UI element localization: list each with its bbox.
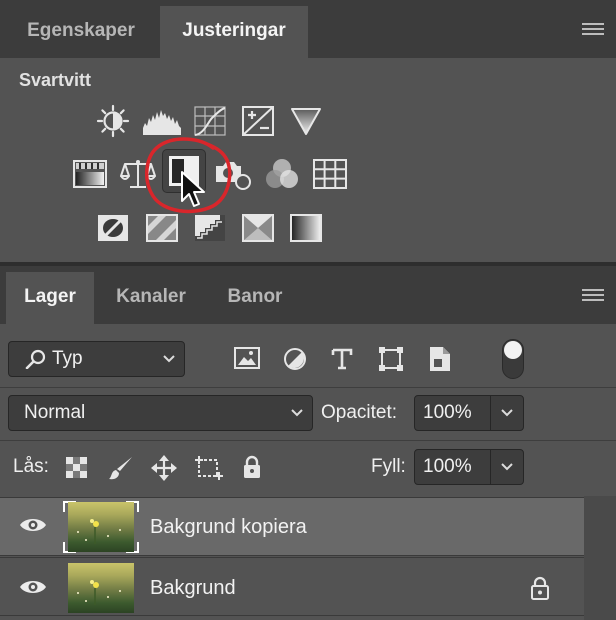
chevron-down-icon (163, 355, 175, 363)
separator (0, 387, 616, 388)
chevron-down-icon (291, 409, 303, 417)
filter-toggle-switch[interactable] (502, 339, 524, 379)
layer-thumbnail (68, 563, 134, 613)
layer-thumbnail (68, 502, 134, 552)
smart-object-filter-icon[interactable] (429, 346, 451, 372)
blend-mode-label: Normal (24, 402, 86, 423)
channel-mixer-icon[interactable] (262, 154, 302, 194)
visibility-eye-icon[interactable] (19, 578, 47, 596)
toggle-knob (504, 341, 522, 359)
threshold-icon[interactable] (190, 208, 230, 248)
opacity-label: Opacitet: (321, 402, 398, 423)
vibrance-icon[interactable] (286, 101, 326, 141)
layers-scrollbar[interactable] (584, 496, 616, 620)
lock-artboard-icon[interactable] (194, 454, 224, 482)
fill-value: 100% (423, 456, 472, 477)
tab-egenskaper[interactable]: Egenskaper (6, 6, 156, 58)
tab-justeringar[interactable]: Justeringar (160, 6, 308, 58)
fill-label: Fyll: (371, 456, 406, 477)
layers-menu-icon[interactable] (582, 289, 604, 303)
adjustment-layer-filter-icon[interactable] (283, 347, 307, 371)
layer-lock-icon (531, 576, 549, 600)
layer-name[interactable]: Bakgrund kopiera (150, 516, 307, 539)
field-divider (490, 450, 491, 484)
tab-lager[interactable]: Lager (6, 272, 94, 324)
filter-kind-label: Typ (52, 348, 83, 369)
lock-label: Lås: (13, 456, 49, 477)
type-layer-filter-icon[interactable] (330, 347, 354, 371)
layer-name[interactable]: Bakgrund (150, 577, 236, 600)
pixel-layer-filter-icon[interactable] (234, 347, 260, 369)
lock-transparent-pixels-icon[interactable] (66, 457, 88, 479)
tab-banor[interactable]: Banor (208, 272, 302, 324)
opacity-chevron-icon[interactable] (500, 408, 514, 418)
panel-menu-icon[interactable] (582, 23, 604, 37)
selective-color-icon[interactable] (238, 208, 278, 248)
exposure-icon[interactable] (238, 101, 278, 141)
posterize-icon[interactable] (142, 208, 182, 248)
brightness-contrast-icon[interactable] (93, 101, 133, 141)
shape-layer-filter-icon[interactable] (378, 346, 404, 372)
separator (0, 440, 616, 441)
fill-chevron-icon[interactable] (500, 462, 514, 472)
field-divider (490, 396, 491, 430)
opacity-value: 100% (423, 402, 472, 423)
hue-saturation-icon[interactable] (70, 154, 110, 194)
lock-position-icon[interactable] (150, 454, 178, 482)
lock-all-icon[interactable] (242, 455, 262, 479)
search-icon (25, 349, 46, 369)
mouse-cursor-icon (181, 171, 205, 207)
tab-kanaler[interactable]: Kanaler (98, 272, 204, 324)
gradient-map-icon[interactable] (286, 208, 326, 248)
color-lookup-icon[interactable] (310, 154, 350, 194)
invert-icon[interactable] (93, 208, 133, 248)
lock-image-pixels-icon[interactable] (108, 455, 134, 481)
visibility-eye-icon[interactable] (19, 516, 47, 534)
section-title: Svartvitt (19, 70, 92, 90)
